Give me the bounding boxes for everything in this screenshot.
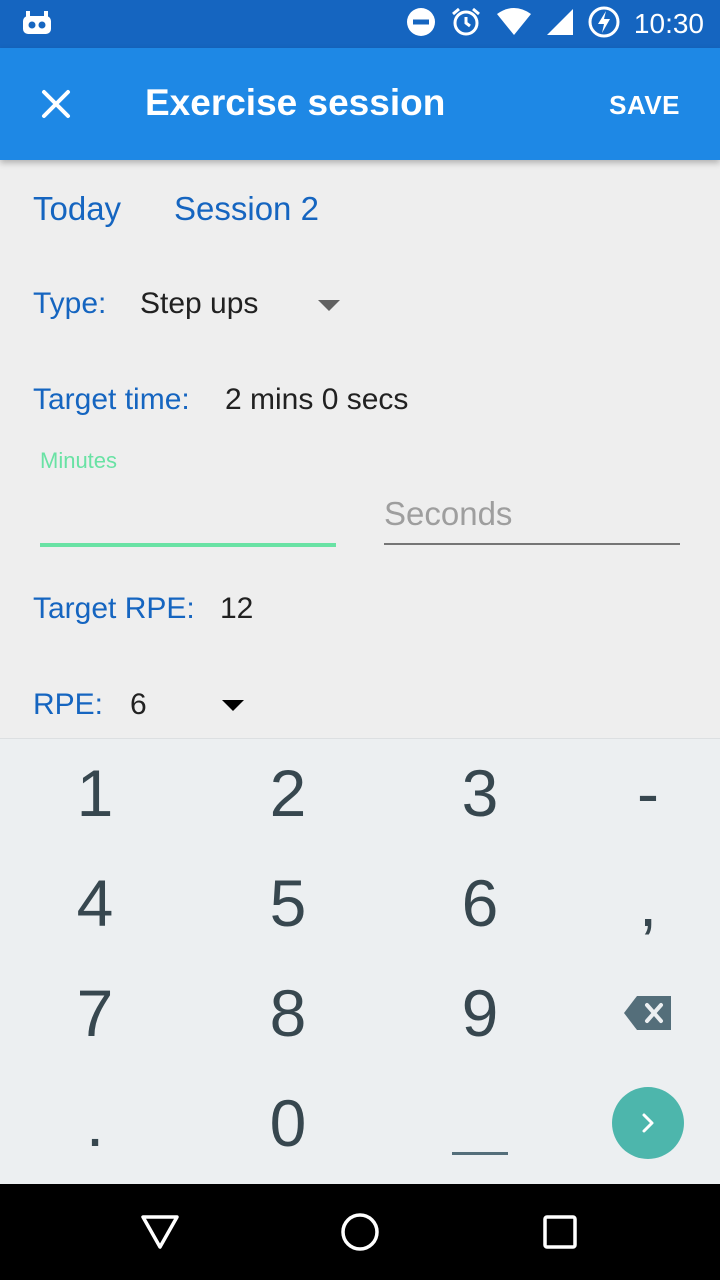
target-time-label: Target time: [33, 383, 190, 416]
key-5[interactable]: 5 [198, 849, 378, 957]
key-3[interactable]: 3 [390, 739, 570, 847]
dropdown-arrow-icon [318, 300, 340, 311]
key-0[interactable]: 0 [198, 1069, 378, 1177]
key-9[interactable]: 9 [390, 959, 570, 1067]
close-button[interactable] [30, 76, 82, 132]
key-2[interactable]: 2 [198, 739, 378, 847]
key-8[interactable]: 8 [198, 959, 378, 1067]
backspace-icon [624, 996, 671, 1030]
numeric-keyboard: 1 2 3 - 4 5 6 , 7 8 9 . 0 [0, 738, 720, 1185]
session-name: Session 2 [174, 190, 319, 227]
key-7[interactable]: 7 [5, 959, 185, 1067]
minutes-input-underline [40, 543, 336, 547]
app-bar: Exercise session SAVE [0, 48, 720, 160]
minutes-field-label: Minutes [40, 448, 118, 473]
key-1[interactable]: 1 [5, 739, 185, 847]
home-circle-icon [341, 1213, 379, 1251]
back-triangle-icon [141, 1215, 179, 1249]
key-period[interactable]: . [5, 1069, 185, 1177]
back-button[interactable] [130, 1202, 190, 1262]
home-button[interactable] [330, 1202, 390, 1262]
target-time-value: 2 mins 0 secs [225, 383, 409, 416]
target-rpe-label: Target RPE: [33, 592, 195, 625]
status-bar: 10:30 [0, 0, 720, 48]
dropdown-arrow-icon [222, 700, 244, 711]
key-comma[interactable]: , [558, 849, 720, 957]
type-dropdown[interactable]: Step ups [130, 280, 350, 332]
save-button[interactable]: SAVE [609, 90, 680, 121]
target-rpe-value: 12 [220, 592, 254, 625]
key-minus[interactable]: - [558, 739, 720, 847]
notification-robot-icon [22, 10, 52, 36]
navigation-bar [0, 1184, 720, 1280]
seconds-input-underline [384, 543, 680, 545]
space-bar-icon [452, 1151, 508, 1155]
cell-signal-icon [546, 8, 574, 41]
recents-button[interactable] [530, 1202, 590, 1262]
key-6[interactable]: 6 [390, 849, 570, 957]
key-backspace[interactable] [558, 959, 720, 1067]
chevron-right-icon [642, 1113, 654, 1133]
page-title: Exercise session [145, 82, 446, 123]
do-not-disturb-icon [406, 7, 436, 42]
key-space[interactable] [390, 1069, 570, 1177]
alarm-icon [450, 6, 482, 43]
battery-charging-icon [588, 6, 620, 43]
enter-key[interactable] [612, 1087, 684, 1159]
close-icon [42, 90, 70, 118]
type-value: Step ups [140, 287, 259, 320]
seconds-input[interactable]: Seconds [384, 495, 512, 533]
clock-time: 10:30 [633, 8, 704, 39]
rpe-dropdown[interactable]: 6 [120, 682, 260, 732]
recents-square-icon [543, 1215, 577, 1249]
rpe-value: 6 [130, 688, 147, 721]
type-label: Type: [33, 287, 107, 320]
minutes-input[interactable] [40, 480, 336, 540]
rpe-label: RPE: [33, 688, 104, 721]
session-day: Today [33, 190, 122, 227]
key-4[interactable]: 4 [5, 849, 185, 957]
wifi-icon [496, 7, 532, 41]
